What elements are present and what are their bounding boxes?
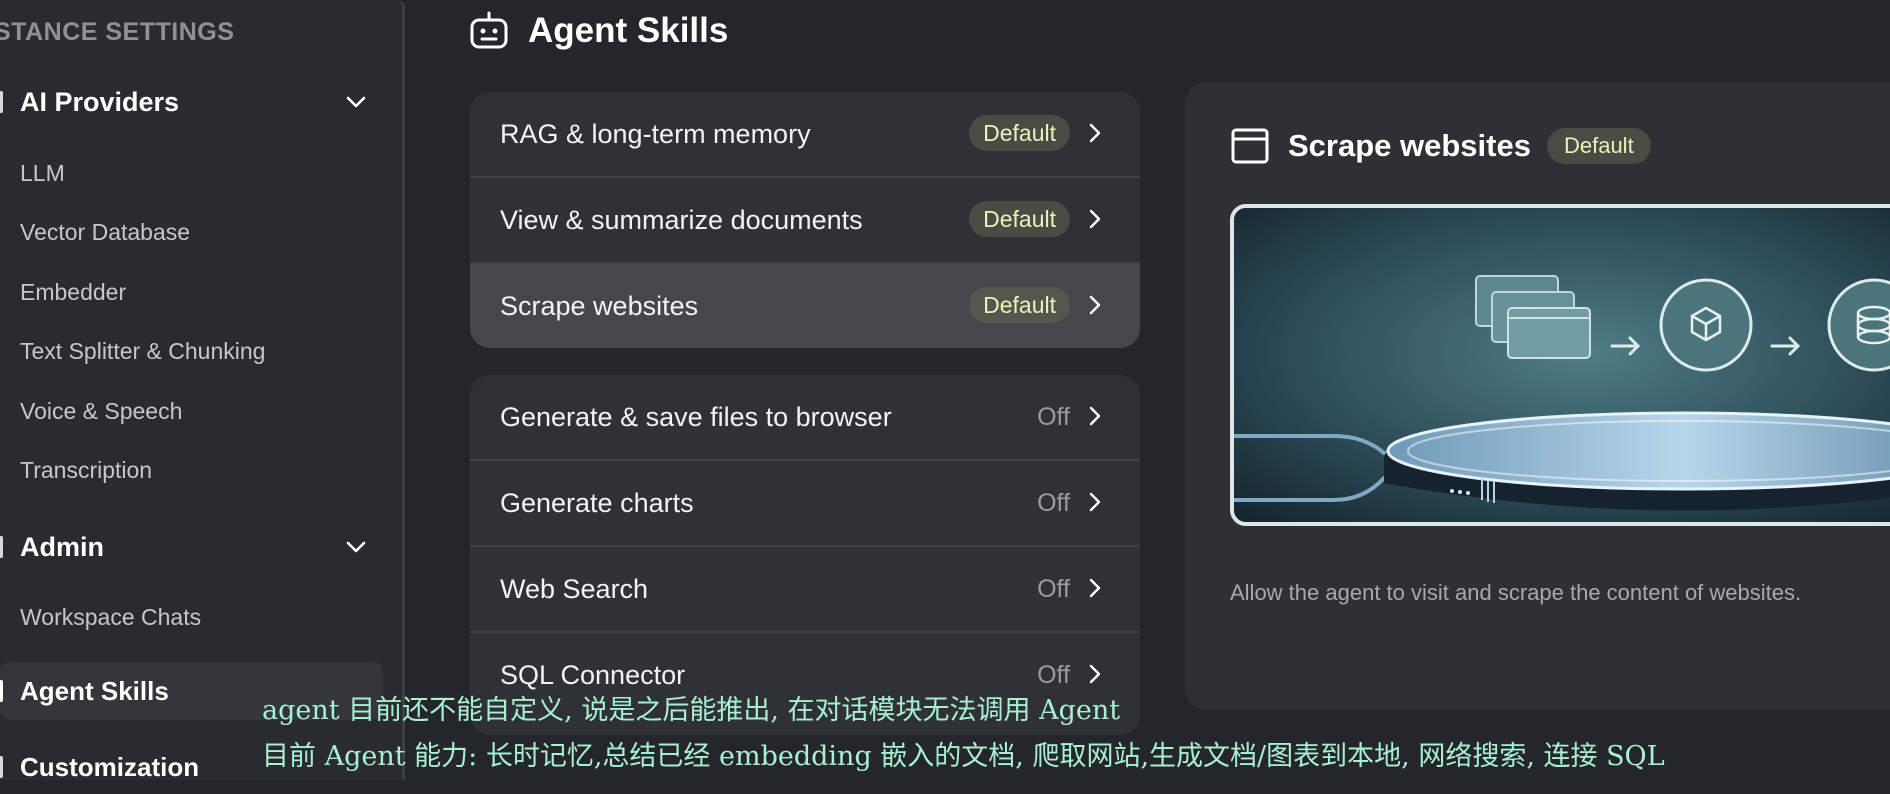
- skill-illustration: [1230, 204, 1890, 526]
- sidebar-group-label: Admin: [20, 531, 104, 562]
- chevron-right-icon: [1089, 295, 1101, 315]
- group-marker: [0, 91, 3, 113]
- skill-row-generate-charts[interactable]: Generate charts Off: [470, 461, 1140, 547]
- skill-row-summarize-docs[interactable]: View & summarize documents Default: [470, 178, 1140, 264]
- skill-name: Generate & save files to browser: [500, 401, 892, 432]
- active-marker: [0, 680, 3, 702]
- skill-detail-panel: Scrape websites Default Allow the agent …: [1185, 82, 1890, 710]
- chevron-right-icon: [1089, 209, 1101, 229]
- group-marker: [0, 536, 3, 558]
- skill-name: Web Search: [500, 573, 649, 604]
- sidebar-item-label: Agent Skills: [20, 675, 169, 706]
- status-text: Off: [1037, 660, 1070, 689]
- sidebar-item-embedder[interactable]: Embedder: [20, 279, 126, 306]
- sidebar-group-label: AI Providers: [20, 86, 180, 117]
- settings-sidebar: STANCE SETTINGS AI Providers LLM Vector …: [0, 0, 405, 782]
- sidebar-group-admin[interactable]: Admin: [0, 520, 380, 574]
- sidebar-item-voice-speech[interactable]: Voice & Speech: [20, 398, 182, 425]
- skill-name: View & summarize documents: [500, 204, 863, 235]
- detail-title: Scrape websites: [1288, 128, 1531, 163]
- detail-description: Allow the agent to visit and scrape the …: [1230, 580, 1802, 605]
- scrape-illustration-graphic: [1234, 208, 1890, 522]
- status-badge: Default: [1546, 128, 1651, 164]
- sidebar-group-ai-providers[interactable]: AI Providers: [0, 75, 380, 129]
- skill-name: RAG & long-term memory: [500, 118, 811, 149]
- page-title: Agent Skills: [528, 11, 729, 50]
- video-subtitle-line-2: 目前 Agent 能力: 长时记忆,总结已经 embedding 嵌入的文档, …: [262, 741, 1665, 772]
- status-badge: Default: [969, 115, 1070, 151]
- skill-row-scrape-websites[interactable]: Scrape websites Default: [470, 264, 1140, 348]
- browser-window-icon: [1231, 128, 1269, 164]
- chevron-right-icon: [1089, 492, 1101, 512]
- skill-name: SQL Connector: [500, 659, 686, 690]
- skill-name: Generate charts: [500, 487, 694, 518]
- sidebar-item-vector-database[interactable]: Vector Database: [20, 219, 190, 246]
- sidebar-item-llm[interactable]: LLM: [20, 160, 65, 187]
- chevron-right-icon: [1089, 123, 1101, 143]
- robot-icon: [470, 11, 508, 49]
- skill-row-rag-memory[interactable]: RAG & long-term memory Default: [470, 92, 1140, 178]
- sidebar-heading: STANCE SETTINGS: [0, 18, 235, 46]
- chevron-right-icon: [1089, 406, 1101, 426]
- status-badge: Default: [969, 201, 1070, 237]
- page-header: Agent Skills: [468, 10, 728, 52]
- status-badge: Default: [969, 287, 1070, 323]
- skill-row-web-search[interactable]: Web Search Off: [470, 547, 1140, 633]
- sidebar-item-workspace-chats[interactable]: Workspace Chats: [20, 604, 201, 631]
- chevron-down-icon: [346, 96, 366, 108]
- status-text: Off: [1037, 488, 1070, 517]
- video-subtitle-line-1: agent 目前还不能自定义, 说是之后能推出, 在对话模块无法调用 Agent: [262, 695, 1121, 726]
- skill-name: Scrape websites: [500, 290, 699, 321]
- group-marker: [0, 756, 3, 778]
- status-text: Off: [1037, 574, 1070, 603]
- optional-skills-list: Generate & save files to browser Off Gen…: [470, 375, 1140, 735]
- sidebar-item-text-splitter[interactable]: Text Splitter & Chunking: [20, 338, 265, 365]
- default-skills-list: RAG & long-term memory Default View & su…: [470, 92, 1140, 348]
- sidebar-group-label: Customization: [20, 751, 200, 782]
- chevron-down-icon: [346, 541, 366, 553]
- sidebar-item-transcription[interactable]: Transcription: [20, 457, 152, 484]
- status-text: Off: [1037, 402, 1070, 431]
- chevron-right-icon: [1089, 578, 1101, 598]
- skill-row-save-files[interactable]: Generate & save files to browser Off: [470, 375, 1140, 461]
- detail-header: Scrape websites Default: [1230, 127, 1651, 165]
- chevron-right-icon: [1089, 664, 1101, 684]
